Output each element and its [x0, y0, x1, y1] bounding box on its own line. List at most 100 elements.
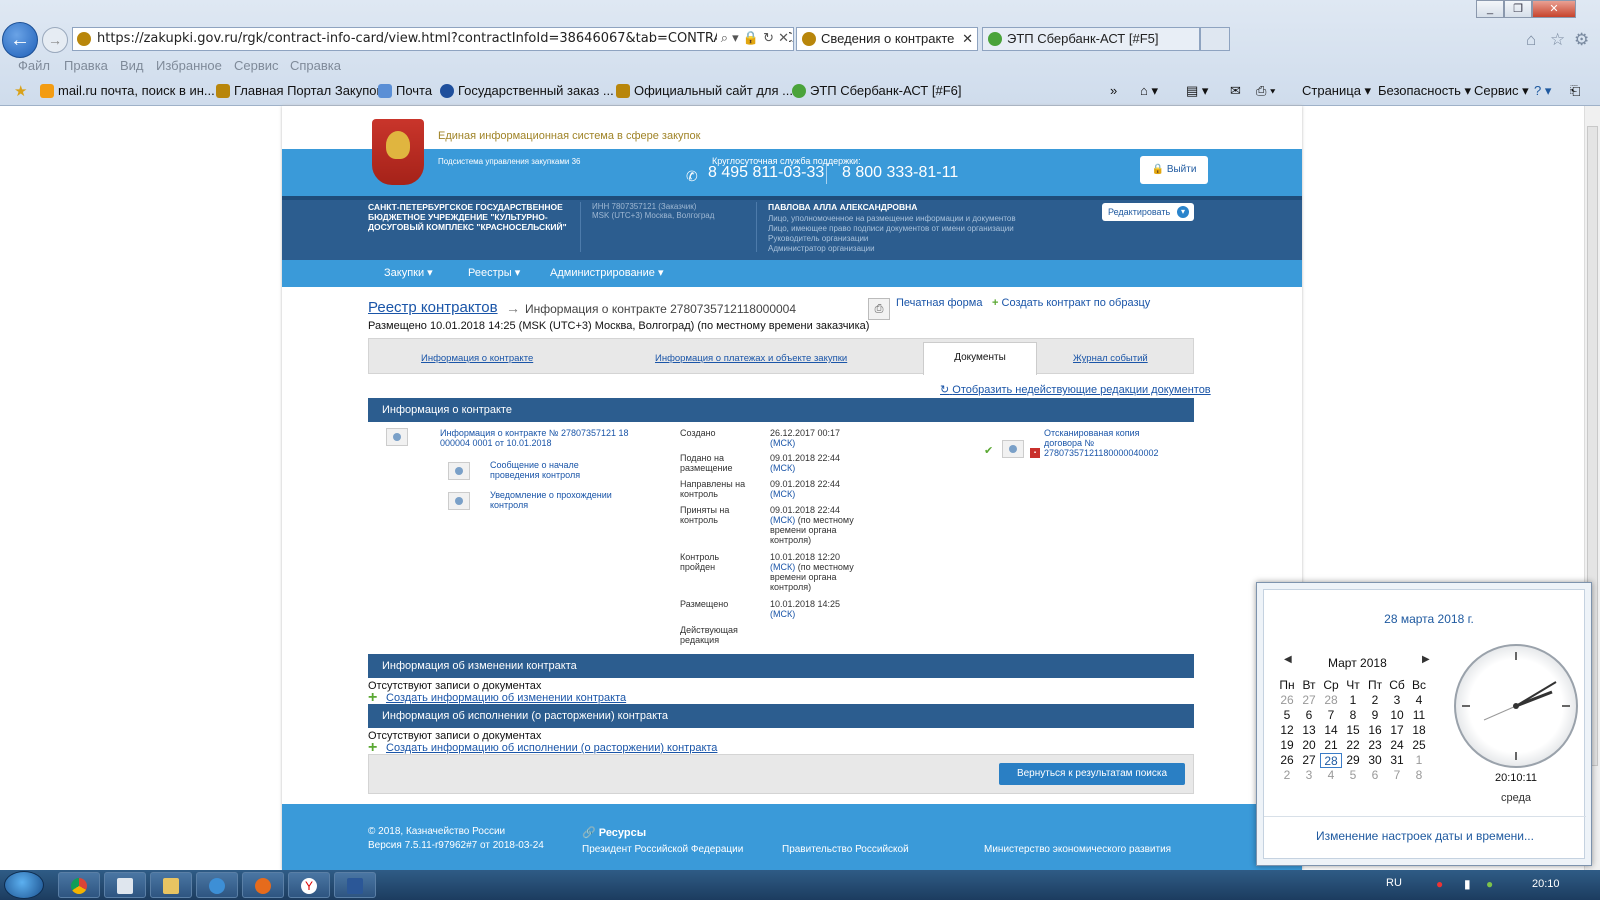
taskbar-firefox[interactable]: [242, 872, 284, 898]
tz-link[interactable]: (МСК): [770, 562, 795, 572]
tz-link[interactable]: (МСК): [770, 438, 795, 448]
edit-profile-button[interactable]: Редактировать ▾: [1102, 203, 1194, 221]
taskbar-explorer[interactable]: [150, 872, 192, 898]
calendar-day[interactable]: 29: [1342, 753, 1364, 768]
change-datetime-settings-link[interactable]: Изменение настроек даты и времени...: [1264, 829, 1586, 843]
menu-favorites[interactable]: Избранное: [156, 58, 222, 73]
calendar-day[interactable]: 7: [1386, 768, 1408, 783]
tab-documents[interactable]: Документы: [923, 342, 1037, 375]
footer-link[interactable]: Правительство Российской: [782, 844, 909, 855]
calendar-day[interactable]: 3: [1298, 768, 1320, 783]
calendar-month[interactable]: Март 2018: [1328, 656, 1387, 670]
print-cmd-icon[interactable]: ⎙ ▾: [1256, 83, 1275, 99]
calendar-full-date[interactable]: 28 марта 2018 г.: [1264, 612, 1594, 626]
language-indicator[interactable]: RU: [1386, 877, 1402, 889]
calendar-day[interactable]: 1: [1408, 753, 1430, 768]
start-button[interactable]: [4, 871, 44, 899]
document-icon[interactable]: [448, 492, 470, 510]
minimize-button[interactable]: _: [1476, 0, 1504, 18]
calendar-day[interactable]: 31: [1386, 753, 1408, 768]
close-window-button[interactable]: ✕: [1532, 0, 1576, 18]
address-tools-icon[interactable]: ⌕ ▾ 🔒 ↻ ✕: [716, 28, 789, 50]
mail-cmd-icon[interactable]: ✉: [1230, 83, 1241, 99]
favorites-star-icon[interactable]: ★: [14, 82, 27, 100]
create-change-info-link[interactable]: Создать информацию об изменении контракт…: [368, 689, 626, 707]
calendar-day[interactable]: 25: [1408, 738, 1430, 753]
favorite-mailru[interactable]: mail.ru почта, поиск в ин...: [40, 83, 215, 98]
calendar-day[interactable]: 3: [1386, 693, 1408, 708]
scanned-copy-link[interactable]: Отсканированая копия договора № 27807357…: [1044, 428, 1174, 458]
calendar-day[interactable]: 28: [1320, 693, 1342, 708]
control-pass-doc-link[interactable]: Уведомление о прохождении контроля: [490, 490, 626, 510]
back-button[interactable]: ←: [2, 22, 38, 58]
tz-link[interactable]: (МСК): [770, 609, 795, 619]
tray-clock[interactable]: 20:10: [1532, 878, 1560, 890]
print-form-link[interactable]: Печатная форма: [896, 297, 982, 309]
calendar-day[interactable]: 2: [1364, 693, 1386, 708]
calendar-day[interactable]: 5: [1342, 768, 1364, 783]
calendar-day[interactable]: 30: [1364, 753, 1386, 768]
footer-link[interactable]: Министерство экономического развития: [984, 844, 1171, 855]
menu-file[interactable]: Файл: [18, 58, 50, 73]
document-icon[interactable]: [448, 462, 470, 480]
calendar-day[interactable]: 23: [1364, 738, 1386, 753]
calendar-day[interactable]: 4: [1320, 768, 1342, 783]
antivirus-icon[interactable]: ●: [1486, 877, 1493, 891]
calendar-day[interactable]: 20: [1298, 738, 1320, 753]
contract-info-doc-link[interactable]: Информация о контракте № 27807357121 18 …: [440, 428, 636, 448]
calendar-day[interactable]: 19: [1276, 738, 1298, 753]
tab-contract-info[interactable]: Сведения о контракте ✕: [796, 27, 978, 51]
calendar-day[interactable]: 15: [1342, 723, 1364, 738]
calendar-day[interactable]: 7: [1320, 708, 1342, 723]
home-cmd-icon[interactable]: ⌂ ▾: [1140, 83, 1158, 99]
calendar-day[interactable]: 6: [1298, 708, 1320, 723]
taskbar-word[interactable]: [334, 872, 376, 898]
return-to-results-button[interactable]: Вернуться к результатам поиска: [999, 763, 1185, 785]
calendar-day[interactable]: 12: [1276, 723, 1298, 738]
favorite-zakupki-portal[interactable]: Главная Портал Закупок: [216, 83, 382, 98]
more-chevron-icon[interactable]: »: [1110, 83, 1117, 98]
tz-link[interactable]: (МСК): [770, 463, 795, 473]
network-signal-icon[interactable]: ▮: [1464, 877, 1471, 891]
research-icon[interactable]: ⎗: [1570, 83, 1580, 99]
menu-edit[interactable]: Правка: [64, 58, 108, 73]
calendar-day[interactable]: 27: [1298, 693, 1320, 708]
feeds-icon[interactable]: ▤ ▾: [1186, 83, 1208, 99]
create-execution-info-link[interactable]: Создать информацию об исполнении (о раст…: [368, 739, 717, 757]
page-menu[interactable]: Страница ▾: [1302, 83, 1371, 99]
tab-event-log[interactable]: Журнал событий: [1073, 353, 1148, 364]
control-start-doc-link[interactable]: Сообщение о начале проведения контроля: [490, 460, 626, 480]
tab-sberbank-ast[interactable]: ЭТП Сбербанк-АСТ [#F5]: [982, 27, 1200, 51]
calendar-day[interactable]: 22: [1342, 738, 1364, 753]
tab-payments[interactable]: Информация о платежах и объекте закупки: [655, 353, 847, 364]
calendar-day[interactable]: 2: [1276, 768, 1298, 783]
show-inactive-versions-link[interactable]: ↻ Отобразить недействующие редакции доку…: [940, 383, 1211, 396]
calendar-day[interactable]: 5: [1276, 708, 1298, 723]
tz-link[interactable]: (МСК): [770, 489, 795, 499]
calendar-day[interactable]: 4: [1408, 693, 1430, 708]
prev-month-icon[interactable]: ◀: [1284, 654, 1292, 665]
calendar-day[interactable]: 1: [1342, 693, 1364, 708]
favorites-star-icon[interactable]: ☆: [1550, 30, 1565, 50]
help-icon[interactable]: ? ▾: [1534, 83, 1551, 99]
nav-registries[interactable]: Реестры ▾: [468, 266, 520, 279]
document-icon[interactable]: [386, 428, 408, 446]
calendar-day[interactable]: 8: [1408, 768, 1430, 783]
close-tab-icon[interactable]: ✕: [962, 28, 973, 50]
calendar-day[interactable]: 18: [1408, 723, 1430, 738]
calendar-day[interactable]: 14: [1320, 723, 1342, 738]
calendar-day[interactable]: 27: [1298, 753, 1320, 768]
favorite-goszakaz[interactable]: Государственный заказ ...: [440, 83, 614, 98]
home-icon[interactable]: ⌂: [1526, 30, 1536, 50]
calendar-day[interactable]: 9: [1364, 708, 1386, 723]
calendar-day[interactable]: 6: [1364, 768, 1386, 783]
create-by-template-link[interactable]: + Создать контракт по образцу: [992, 297, 1150, 309]
tz-link[interactable]: (МСК): [770, 515, 795, 525]
calendar-day[interactable]: 26: [1276, 753, 1298, 768]
taskbar-notepad[interactable]: [104, 872, 146, 898]
menu-tools[interactable]: Сервис: [234, 58, 279, 73]
calendar-day[interactable]: 11: [1408, 708, 1430, 723]
new-tab-button[interactable]: [1200, 27, 1230, 51]
menu-view[interactable]: Вид: [120, 58, 144, 73]
tools-menu[interactable]: Сервис ▾: [1474, 83, 1529, 99]
